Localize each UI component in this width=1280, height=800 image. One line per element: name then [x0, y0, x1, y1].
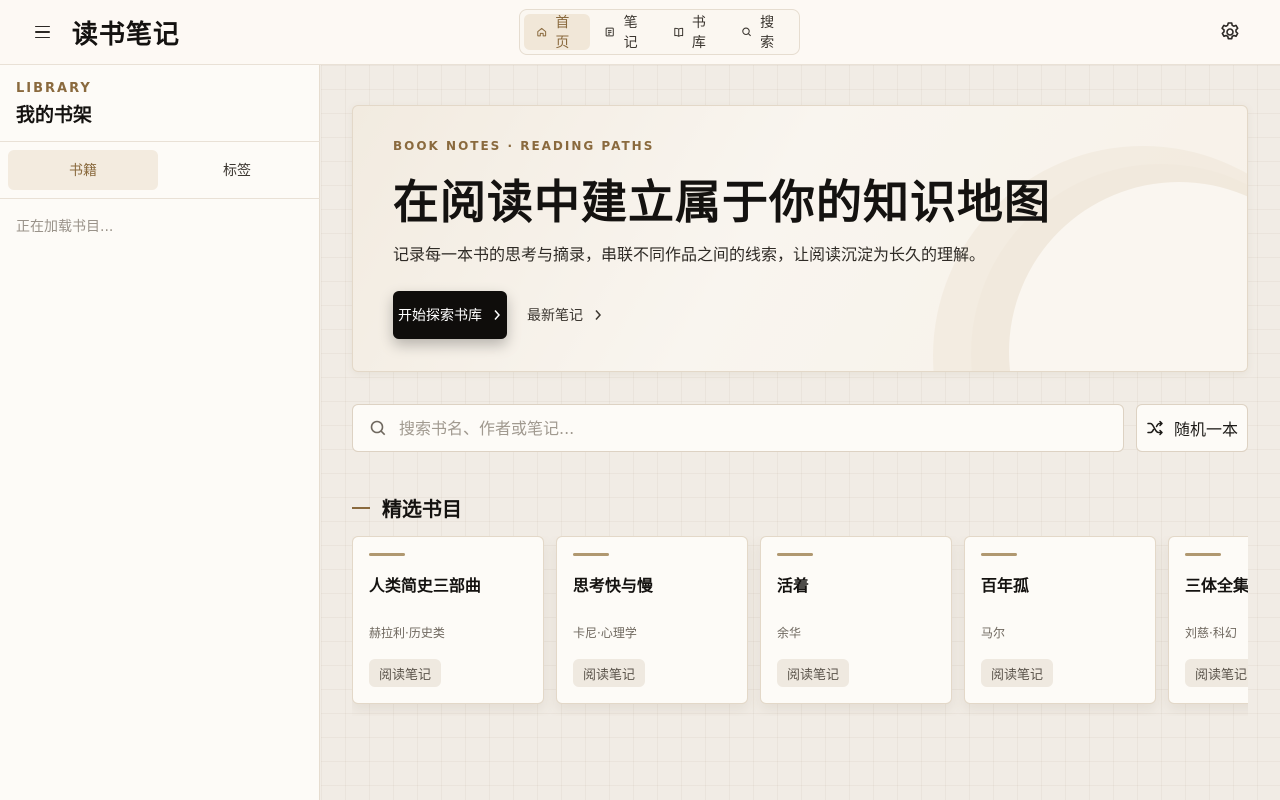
- book-card[interactable]: 百年孤 马尔 阅读笔记: [964, 536, 1156, 704]
- divider: [0, 141, 320, 142]
- chevron-right-icon: [595, 310, 602, 320]
- explore-library-button[interactable]: 开始探索书库: [393, 291, 507, 339]
- book-tag: 阅读笔记: [1185, 659, 1248, 687]
- home-icon: [537, 27, 547, 37]
- shuffle-icon: [1147, 420, 1163, 436]
- book-tag: 阅读笔记: [573, 659, 646, 687]
- search-box: [352, 404, 1124, 452]
- sidebar-eyebrow: LIBRARY: [16, 81, 92, 96]
- search-icon: [370, 420, 386, 436]
- search-icon: [741, 27, 751, 37]
- latest-notes-link[interactable]: 最新笔记: [527, 303, 603, 327]
- hero-banner: BOOK NOTES · READING PATHS 在阅读中建立属于你的知识地…: [352, 105, 1248, 372]
- nav-notes[interactable]: 笔记: [592, 14, 658, 51]
- top-bar: 读书笔记 首页 笔记 书库 搜索: [0, 0, 1280, 65]
- nav-home-label: 首页: [555, 15, 570, 51]
- book-title: 百年孤: [981, 576, 1030, 595]
- search-input[interactable]: [399, 418, 1107, 438]
- book-tag: 阅读笔记: [369, 659, 442, 687]
- book-card[interactable]: 人类简史三部曲 赫拉利·历史类 阅读笔记: [352, 536, 544, 704]
- book-title: 人类简史三部曲: [369, 576, 482, 595]
- hero-subtitle: 记录每一本书的思考与摘录，串联不同作品之间的线索，让阅读沉淀为长久的理解。: [393, 245, 986, 264]
- card-accent: [1185, 553, 1221, 556]
- main-nav: 首页 笔记 书库 搜索: [519, 9, 800, 55]
- card-accent: [981, 553, 1017, 556]
- book-card-list: 人类简史三部曲 赫拉利·历史类 阅读笔记 思考快与慢 卡尼·心理学 阅读笔记 活…: [352, 536, 1248, 716]
- note-icon: [605, 27, 615, 37]
- nav-search-label: 搜索: [760, 15, 775, 51]
- divider: [0, 198, 320, 199]
- nav-home[interactable]: 首页: [524, 14, 591, 51]
- book-icon: [673, 27, 683, 37]
- nav-library[interactable]: 书库: [661, 14, 727, 51]
- book-card[interactable]: 思考快与慢 卡尼·心理学 阅读笔记: [556, 536, 748, 704]
- book-author: 余华: [777, 626, 802, 640]
- app-title: 读书笔记: [72, 20, 181, 50]
- section-dash: [352, 506, 370, 509]
- loading-text: 正在加载书目...: [16, 219, 114, 235]
- chevron-right-icon: [494, 310, 501, 320]
- card-accent: [369, 553, 405, 556]
- book-title: 活着: [777, 576, 810, 595]
- menu-icon[interactable]: [26, 18, 58, 46]
- book-title: 三体全集合: [1185, 576, 1248, 595]
- tab-tags[interactable]: 标签: [162, 150, 312, 190]
- tab-books[interactable]: 书籍: [8, 150, 158, 190]
- card-accent: [573, 553, 609, 556]
- nav-search[interactable]: 搜索: [729, 14, 795, 51]
- book-tag: 阅读笔记: [981, 659, 1054, 687]
- hero-title: 在阅读中建立属于你的知识地图: [393, 175, 1051, 229]
- book-author: 刘慈·科幻: [1185, 626, 1237, 640]
- sidebar: LIBRARY 我的书架 书籍 标签 正在加载书目...: [0, 65, 320, 800]
- main-content: BOOK NOTES · READING PATHS 在阅读中建立属于你的知识地…: [321, 65, 1280, 800]
- sidebar-title: 我的书架: [16, 104, 93, 126]
- section-title: 精选书目: [382, 497, 462, 521]
- explore-library-label: 开始探索书库: [398, 308, 482, 324]
- book-title: 思考快与慢: [573, 576, 654, 595]
- hero-eyebrow: BOOK NOTES · READING PATHS: [393, 139, 655, 153]
- latest-notes-label: 最新笔记: [527, 308, 583, 324]
- nav-library-label: 书库: [691, 15, 706, 51]
- book-card[interactable]: 活着 余华 阅读笔记: [760, 536, 952, 704]
- random-book-label: 随机一本: [1173, 420, 1238, 439]
- book-author: 赫拉利·历史类: [369, 626, 445, 640]
- book-tag: 阅读笔记: [777, 659, 850, 687]
- section-header: 精选书目: [352, 493, 462, 522]
- random-book-button[interactable]: 随机一本: [1136, 404, 1248, 452]
- sidebar-segmented-control: 书籍 标签: [8, 150, 312, 190]
- book-author: 卡尼·心理学: [573, 626, 637, 640]
- card-accent: [777, 553, 813, 556]
- settings-gear-icon[interactable]: [1218, 20, 1242, 44]
- book-card[interactable]: 三体全集合 刘慈·科幻 阅读笔记: [1168, 536, 1248, 704]
- nav-notes-label: 笔记: [623, 15, 638, 51]
- book-author: 马尔: [981, 626, 1006, 640]
